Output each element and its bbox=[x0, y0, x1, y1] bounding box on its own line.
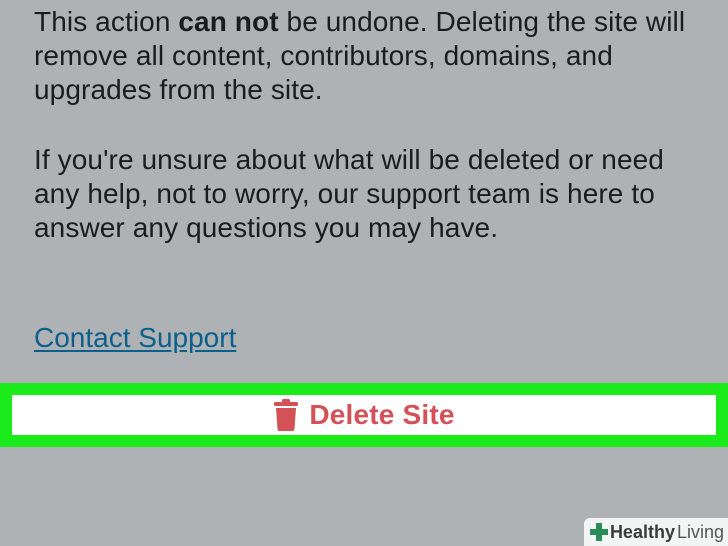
watermark: Healthy Living bbox=[583, 518, 728, 546]
warning-text: This action can not be undone. Deleting … bbox=[34, 5, 704, 107]
warning-text-start: This action bbox=[34, 6, 179, 37]
warning-emphasis: can not bbox=[178, 6, 279, 37]
trash-icon bbox=[274, 399, 299, 431]
plus-icon bbox=[589, 523, 608, 541]
delete-site-label: Delete Site bbox=[309, 399, 455, 430]
watermark-text-living: Living bbox=[676, 521, 724, 542]
contact-support-link[interactable]: Contact Support bbox=[34, 321, 236, 355]
support-info-text: If you're unsure about what will be dele… bbox=[34, 144, 664, 243]
watermark-text-healthy: Healthy bbox=[609, 521, 675, 542]
delete-site-button[interactable]: Delete Site bbox=[12, 395, 716, 435]
